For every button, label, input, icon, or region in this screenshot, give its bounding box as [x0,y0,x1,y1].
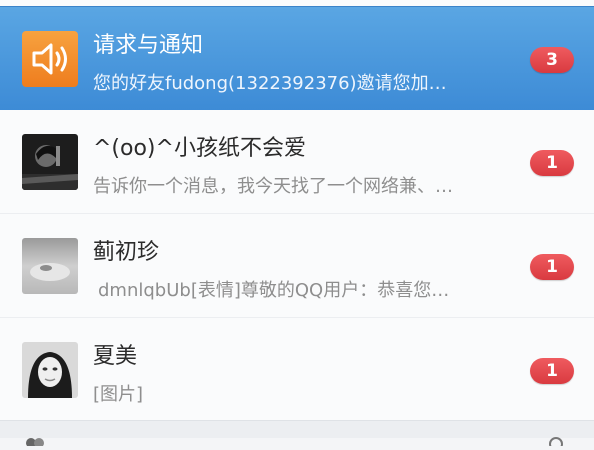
conversation-preview: 您的好友fudong(1322392376)邀请您加… [93,73,447,94]
conversation-preview: [图片] [93,384,144,405]
unread-badge: 1 [530,254,574,280]
conversation-preview: dmnlqbUb[表情]尊敬的QQ用户：恭喜您… [98,280,450,301]
conversation-preview: 告诉你一个消息，我今天找了一个网络兼、… [93,176,453,197]
conversation-name: 夏美 [93,344,138,369]
user-avatar [22,134,78,190]
add-icon[interactable] [548,431,564,450]
conversation-name: 请求与通知 [93,33,204,58]
conversation-item-notifications[interactable]: 请求与通知 您的好友fudong(1322392376)邀请您加… 3 [0,6,594,110]
conversation-name: 蓟初珍 [93,240,160,265]
contacts-icon[interactable] [24,431,46,448]
bottom-toolbar [0,420,594,450]
conversation-name: ^(oo)^小孩纸不会爱 [93,136,306,161]
user-avatar [22,238,78,294]
conversation-item[interactable]: 蓟初珍 dmnlqbUb[表情]尊敬的QQ用户：恭喜您… 1 [0,214,594,318]
user-avatar [22,342,78,398]
conversation-item[interactable]: 夏美 [图片] 1 [0,318,594,422]
unread-badge: 1 [530,150,574,176]
unread-badge: 3 [530,47,574,73]
unread-badge: 1 [530,358,574,384]
conversation-item[interactable]: ^(oo)^小孩纸不会爱 告诉你一个消息，我今天找了一个网络兼、… 1 [0,110,594,214]
speaker-icon [22,31,78,87]
conversation-list: 请求与通知 您的好友fudong(1322392376)邀请您加… 3 ^(oo… [0,0,594,420]
